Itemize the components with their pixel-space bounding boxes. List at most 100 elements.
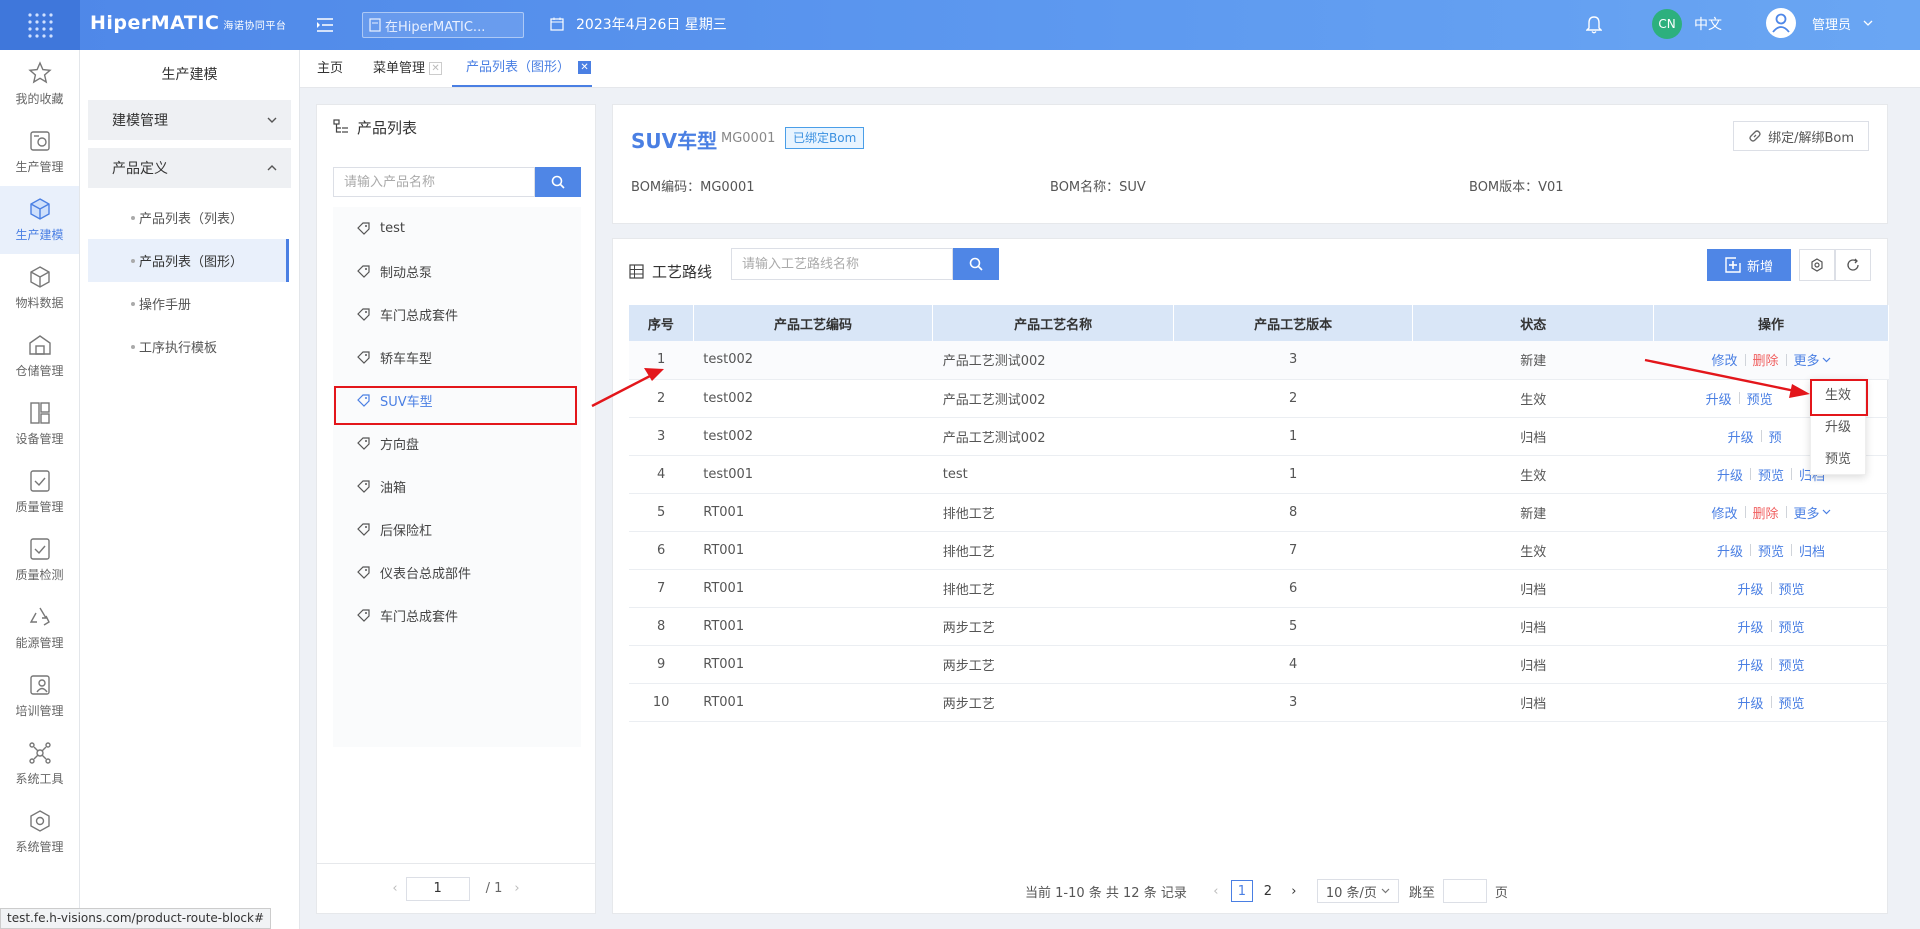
nav-inspection[interactable]: 质量检测 — [0, 526, 79, 594]
nav-label: 仓储管理 — [15, 364, 64, 378]
edit-link[interactable]: 修改 — [1712, 503, 1738, 522]
list-item[interactable]: 方向盘 — [333, 422, 581, 465]
cell-status: 生效 — [1412, 455, 1654, 494]
add-route-button[interactable]: 新增 — [1707, 249, 1791, 281]
bind-bom-button[interactable]: 绑定/解绑Bom — [1733, 121, 1869, 151]
browser-status-bar: test.fe.h-visions.com/product-route-bloc… — [0, 908, 272, 929]
upgrade-link[interactable]: 升级 — [1717, 541, 1743, 560]
submenu-item-template[interactable]: 工序执行模板 — [88, 325, 289, 368]
submenu-item-manual[interactable]: 操作手册 — [88, 282, 289, 325]
more-dropdown[interactable]: 更多 — [1794, 350, 1831, 369]
pager-summary: 当前 1-10 条 共 12 条 记录 — [1025, 885, 1187, 901]
submenu-group-product[interactable]: 产品定义 — [88, 148, 291, 188]
page-number[interactable]: 2 — [1257, 880, 1279, 902]
gear-icon — [1811, 258, 1823, 272]
nav-tools[interactable]: 系统工具 — [0, 730, 79, 798]
nav-energy[interactable]: 能源管理 — [0, 594, 79, 662]
edit-link[interactable]: 修改 — [1712, 350, 1738, 369]
route-search-button[interactable] — [953, 248, 999, 280]
user-menu[interactable]: 管理员 — [1766, 8, 1873, 38]
product-search-button[interactable] — [535, 167, 581, 197]
delete-link[interactable]: 删除 — [1753, 503, 1779, 522]
nav-quality[interactable]: 质量管理 — [0, 458, 79, 526]
menu-item-upgrade[interactable]: 升级 — [1811, 412, 1865, 444]
list-item[interactable]: 轿车车型 — [333, 336, 581, 379]
list-item[interactable]: 车门总成套件 — [333, 594, 581, 637]
nav-label: 我的收藏 — [15, 92, 64, 106]
cell-name: 两步工艺 — [932, 607, 1174, 646]
delete-link[interactable]: 删除 — [1753, 350, 1779, 369]
list-item[interactable]: test — [333, 207, 581, 250]
nav-system[interactable]: 系统管理 — [0, 798, 79, 866]
product-name: 制动总泵 — [380, 266, 433, 281]
preview-link[interactable]: 预览 — [1747, 389, 1773, 408]
submenu-title: 生产建模 — [161, 67, 218, 83]
warehouse-icon — [28, 335, 51, 355]
prev-page-icon[interactable]: ‹ — [1205, 880, 1227, 902]
submenu-item-product-list[interactable]: 产品列表（列表） — [88, 196, 289, 239]
app-logo: HiperMATIC 海诺协同平台 — [90, 12, 286, 34]
tab-menu-management[interactable]: 菜单管理 ✕ — [373, 50, 443, 87]
preview-link[interactable]: 预览 — [1779, 579, 1805, 598]
nav-production[interactable]: 生产管理 — [0, 118, 79, 186]
next-page-icon[interactable]: › — [514, 881, 519, 896]
preview-link[interactable]: 预览 — [1779, 693, 1805, 712]
menu-toggle-icon[interactable] — [314, 14, 336, 36]
menu-item-preview[interactable]: 预览 — [1811, 444, 1865, 476]
settings-button[interactable] — [1799, 249, 1835, 281]
more-dropdown[interactable]: 更多 — [1794, 503, 1831, 522]
cell-version: 5 — [1173, 607, 1413, 646]
prev-page-icon[interactable]: ‹ — [392, 881, 397, 896]
preview-link[interactable]: 预览 — [1758, 465, 1784, 484]
submenu-item-product-graph[interactable]: 产品列表（图形） — [88, 239, 289, 282]
global-search-input[interactable]: 在HiperMATIC... — [362, 12, 524, 38]
nav-favorites[interactable]: 我的收藏 — [0, 50, 79, 118]
upgrade-link[interactable]: 升级 — [1738, 655, 1764, 674]
list-item[interactable]: 制动总泵 — [333, 250, 581, 293]
list-item[interactable]: 油箱 — [333, 465, 581, 508]
upgrade-link[interactable]: 升级 — [1738, 617, 1764, 636]
tab-product-graph[interactable]: 产品列表（图形） ✕ — [452, 50, 592, 87]
upgrade-link[interactable]: 升级 — [1717, 465, 1743, 484]
cell-status: 生效 — [1412, 531, 1654, 570]
upgrade-link[interactable]: 升级 — [1738, 579, 1764, 598]
upgrade-link[interactable]: 升级 — [1706, 389, 1732, 408]
list-item[interactable]: 后保险杠 — [333, 508, 581, 551]
nav-modeling[interactable]: 生产建模 — [0, 186, 79, 254]
preview-link[interactable]: 预 — [1769, 427, 1782, 446]
product-list-panel: 产品列表 test 制动总泵 车门总成套件 轿车车型 SUV车型 方向盘 油箱 … — [316, 104, 596, 914]
bell-icon[interactable] — [1585, 16, 1603, 38]
more-label: 更多 — [1793, 506, 1820, 522]
preview-link[interactable]: 预览 — [1779, 655, 1805, 674]
nav-material[interactable]: 物料数据 — [0, 254, 79, 322]
nav-training[interactable]: 培训管理 — [0, 662, 79, 730]
tab-home[interactable]: 主页 — [317, 50, 343, 87]
upgrade-link[interactable]: 升级 — [1728, 427, 1754, 446]
archive-link[interactable]: 归档 — [1799, 541, 1825, 560]
col-header: 操作 — [1653, 305, 1889, 341]
page-input[interactable]: 1 — [405, 876, 470, 901]
jump-page-input[interactable] — [1442, 879, 1487, 903]
refresh-button[interactable] — [1835, 249, 1871, 281]
nav-equipment[interactable]: 设备管理 — [0, 390, 79, 458]
list-item[interactable]: 仪表台总成部件 — [333, 551, 581, 594]
upgrade-link[interactable]: 升级 — [1738, 693, 1764, 712]
tag-icon — [357, 265, 370, 278]
close-icon[interactable]: ✕ — [429, 62, 443, 75]
next-page-icon[interactable]: › — [1283, 880, 1305, 902]
page-number[interactable]: 1 — [1230, 880, 1253, 902]
search-icon — [969, 257, 983, 271]
language-switcher[interactable]: CN 中文 — [1652, 9, 1722, 39]
close-icon[interactable]: ✕ — [578, 61, 592, 74]
factory-icon — [29, 131, 50, 151]
app-grid-icon[interactable] — [0, 0, 80, 50]
preview-link[interactable]: 预览 — [1758, 541, 1784, 560]
nav-warehouse[interactable]: 仓储管理 — [0, 322, 79, 390]
route-search-input[interactable] — [731, 248, 953, 280]
list-item[interactable]: 车门总成套件 — [333, 293, 581, 336]
preview-link[interactable]: 预览 — [1779, 617, 1805, 636]
cell-name: 排他工艺 — [932, 531, 1174, 570]
product-search-input[interactable] — [333, 167, 535, 197]
submenu-group-modeling[interactable]: 建模管理 — [88, 100, 291, 140]
page-size-select[interactable]: 10 条/页 — [1316, 879, 1399, 903]
